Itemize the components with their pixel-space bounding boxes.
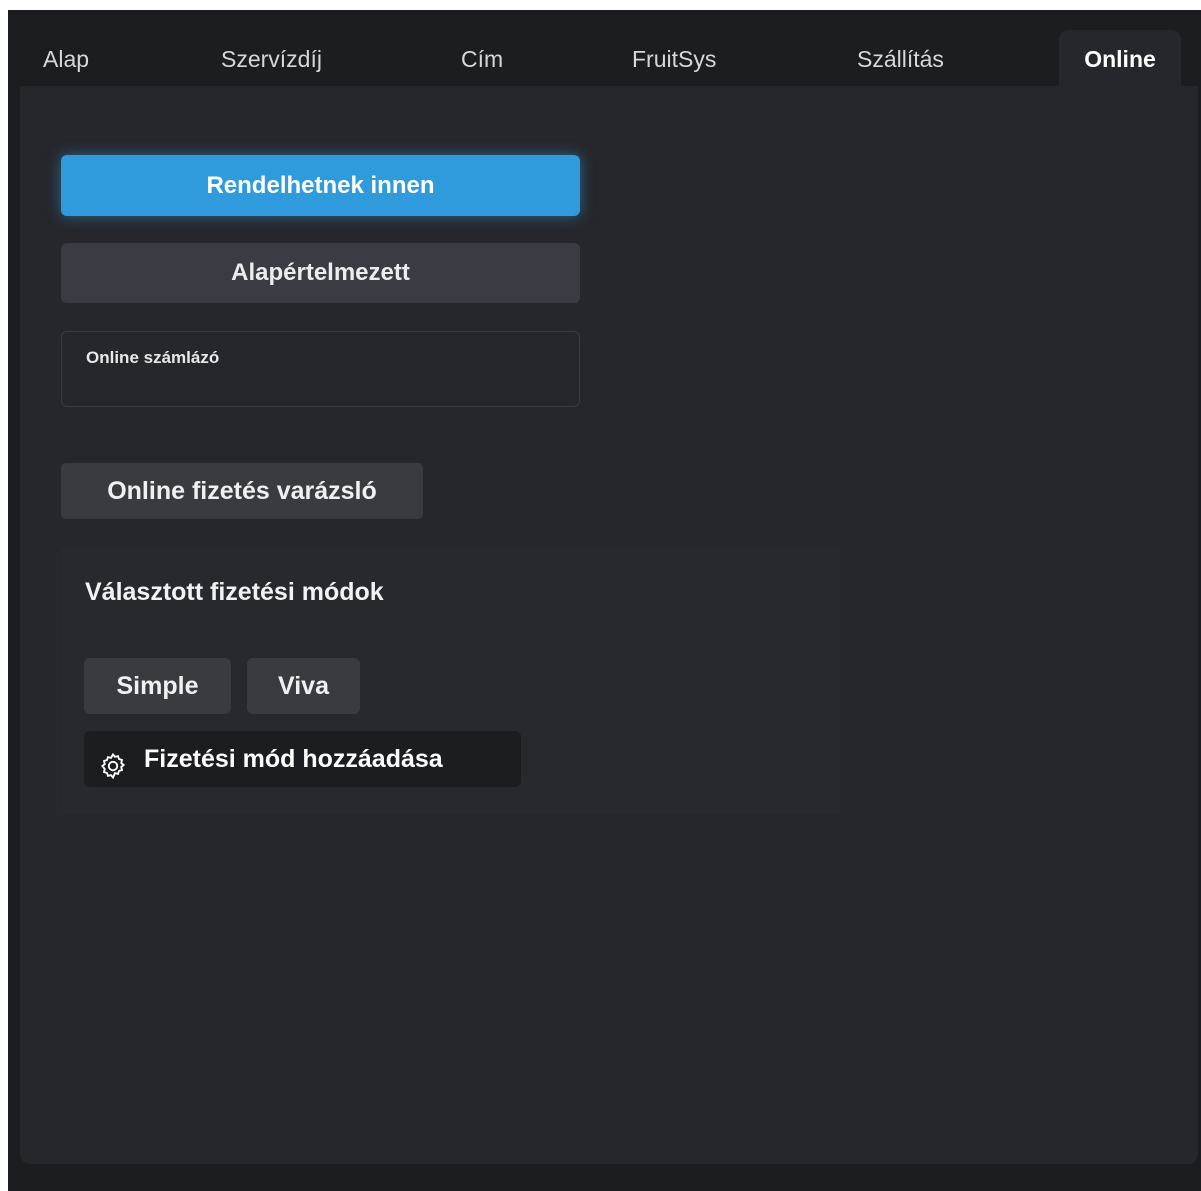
tab-szallitas[interactable]: Szállítás [857,30,944,86]
tab-fruitsys[interactable]: FruitSys [632,30,716,86]
tab-online[interactable]: Online [1059,30,1181,86]
add-payment-method-button[interactable]: Fizetési mód hozzáadása [84,731,521,787]
tab-bar: Alap Szervízdíj Cím FruitSys Szállítás O… [8,10,1201,86]
payment-method-viva[interactable]: Viva [247,658,360,714]
order-from-here-button[interactable]: Rendelhetnek innen [61,155,580,216]
online-invoice-label: Online számlázó [86,348,220,367]
settings-window: Alap Szervízdíj Cím FruitSys Szállítás O… [8,10,1201,1191]
payment-methods-section: Választott fizetési módok Simple Viva Fi… [61,548,840,814]
online-invoice-field[interactable]: Online számlázó [61,331,580,407]
add-payment-method-label: Fizetési mód hozzáadása [144,745,443,773]
tab-alap[interactable]: Alap [43,30,89,86]
payment-method-simple[interactable]: Simple [84,658,231,714]
tab-szervizdij[interactable]: Szervízdíj [221,30,322,86]
default-button[interactable]: Alapértelmezett [61,243,580,303]
tab-cim[interactable]: Cím [461,30,503,86]
gear-icon [98,745,128,780]
payment-methods-title: Választott fizetési módok [85,578,384,606]
payment-wizard-button[interactable]: Online fizetés varázsló [61,463,423,519]
